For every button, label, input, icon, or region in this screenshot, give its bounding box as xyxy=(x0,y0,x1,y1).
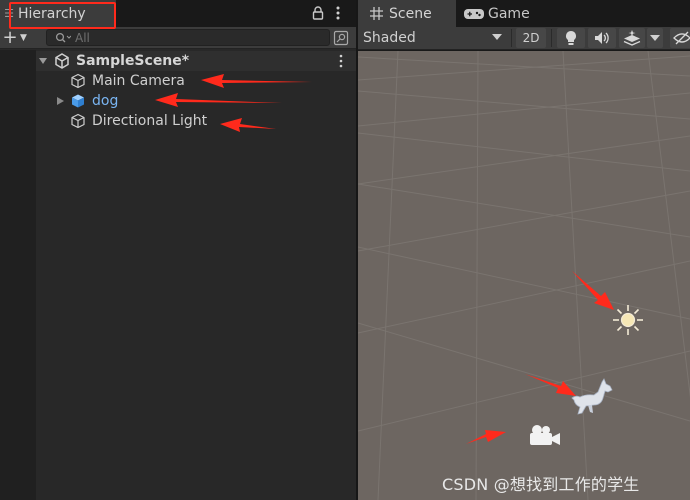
shading-mode-value: Shaded xyxy=(363,30,416,46)
hierarchy-item-main-camera[interactable]: Main Camera xyxy=(36,71,356,91)
search-mode-icon[interactable] xyxy=(333,30,349,46)
watermark: CSDN @想找到工作的学生 xyxy=(442,475,640,494)
tab-scene-label: Scene xyxy=(389,5,432,22)
toolbar-separator xyxy=(551,29,552,47)
shading-mode-dropdown[interactable]: Shaded xyxy=(358,27,510,49)
more-options-icon[interactable] xyxy=(334,5,342,21)
plus-icon: + xyxy=(2,27,18,48)
speaker-icon xyxy=(595,32,609,44)
chevron-down-icon: ▼ xyxy=(20,33,27,43)
item-label: dog xyxy=(92,93,119,109)
expanded-arrow-icon[interactable] xyxy=(38,56,48,66)
collapsed-arrow-icon[interactable] xyxy=(56,96,65,106)
gameobject-cube-icon xyxy=(71,113,85,129)
scene-name: SampleScene* xyxy=(76,53,190,69)
hidden-eye-icon xyxy=(673,31,690,45)
item-label: Main Camera xyxy=(92,73,185,89)
search-icon xyxy=(55,32,71,42)
effects-menu-button[interactable] xyxy=(647,28,663,48)
search-input[interactable] xyxy=(75,30,315,45)
tab-game-label: Game xyxy=(488,5,530,22)
dog-model[interactable] xyxy=(568,378,616,418)
scene-menu-icon[interactable] xyxy=(338,54,344,68)
item-label: Directional Light xyxy=(92,113,208,129)
scene-row[interactable]: SampleScene* xyxy=(36,51,356,71)
chevron-down-icon xyxy=(492,34,502,40)
create-object-button[interactable]: + ▼ xyxy=(2,29,36,47)
toolbar-separator xyxy=(511,29,512,47)
scene-toolbar: Shaded 2D xyxy=(358,27,690,50)
gameobject-cube-icon xyxy=(71,73,85,89)
audio-toggle-button[interactable] xyxy=(588,28,616,48)
scene-visibility-button[interactable] xyxy=(670,28,690,48)
hierarchy-search[interactable] xyxy=(46,29,330,46)
tab-scene[interactable]: Scene xyxy=(358,0,456,27)
tab-game[interactable]: Game xyxy=(462,0,554,27)
toggle-2d-button[interactable]: 2D xyxy=(516,28,546,48)
scene-tab-bar: Scene Game xyxy=(358,0,690,27)
lighting-toggle-button[interactable] xyxy=(557,28,585,48)
gamepad-icon xyxy=(464,8,484,19)
prefab-cube-icon xyxy=(72,94,84,108)
scene-grid xyxy=(358,51,690,500)
hierarchy-toolbar: + ▼ xyxy=(0,27,356,49)
scene-panel: Scene Game Shaded 2D CSDN @想找到工作的学生 xyxy=(358,0,690,500)
chevron-down-icon xyxy=(650,34,660,41)
annotation-highlight-box xyxy=(9,2,116,29)
camera-gizmo[interactable] xyxy=(526,424,562,446)
lightbulb-icon xyxy=(566,31,576,45)
layers-effects-icon xyxy=(623,30,641,46)
scene-viewport[interactable]: CSDN @想找到工作的学生 xyxy=(358,51,690,500)
grid-icon xyxy=(370,7,383,20)
hierarchy-gutter xyxy=(0,50,36,500)
hierarchy-tree: SampleScene* Main Camera dog Directional… xyxy=(36,50,356,500)
lock-icon[interactable] xyxy=(312,6,324,20)
effects-toggle-button[interactable] xyxy=(619,28,645,48)
sun-gizmo[interactable] xyxy=(612,304,644,336)
hierarchy-panel: ☰ Hierarchy + ▼ All SampleScene* Main Ca… xyxy=(0,0,356,500)
hierarchy-item-directional-light[interactable]: Directional Light xyxy=(36,111,356,131)
unity-scene-icon xyxy=(55,53,69,69)
hierarchy-item-dog[interactable]: dog xyxy=(36,91,356,111)
